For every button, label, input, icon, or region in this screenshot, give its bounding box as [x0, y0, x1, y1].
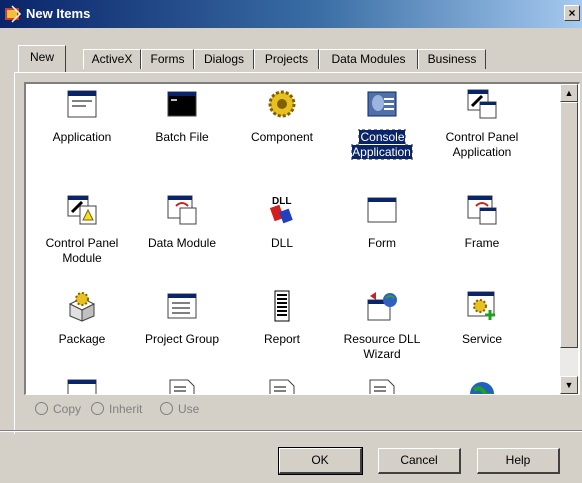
tab-new[interactable]: New: [18, 45, 66, 72]
item-label: Data Module: [147, 236, 217, 250]
package-icon: [68, 292, 96, 322]
item-package[interactable]: Package: [32, 290, 132, 370]
item-partial-2[interactable]: [132, 378, 232, 394]
window-title: New Items: [26, 6, 91, 21]
globe-icon: [470, 382, 494, 394]
item-label: Resource DLL Wizard: [343, 332, 421, 361]
component-icon: [268, 90, 296, 118]
item-control-panel-application[interactable]: Control Panel Application: [432, 88, 532, 168]
item-partial-3[interactable]: [232, 378, 332, 394]
item-frame[interactable]: Frame: [432, 194, 532, 274]
report-icon: [274, 290, 290, 322]
item-label: Report: [263, 332, 301, 346]
item-control-panel-module[interactable]: Control Panel Module: [32, 194, 132, 274]
item-form[interactable]: Form: [332, 194, 432, 274]
application-icon: [67, 90, 97, 118]
tab-dialogs[interactable]: Dialogs: [194, 49, 254, 69]
copy-label: Copy: [53, 402, 82, 416]
help-button[interactable]: Help: [477, 448, 560, 474]
radio-circle-icon: [35, 402, 48, 415]
item-report[interactable]: Report: [232, 290, 332, 370]
close-button[interactable]: ×: [564, 5, 580, 21]
scroll-thumb[interactable]: [560, 102, 578, 348]
cancel-button[interactable]: Cancel: [378, 448, 461, 474]
item-partial-5[interactable]: [432, 378, 532, 394]
scroll-up-button[interactable]: ▲: [560, 84, 578, 102]
vertical-scrollbar[interactable]: ▲ ▼: [560, 84, 578, 394]
ok-button[interactable]: OK: [278, 447, 363, 475]
svg-text:DLL: DLL: [272, 196, 291, 207]
item-label: Batch File: [155, 130, 209, 144]
copy-radio[interactable]: Copy: [35, 402, 81, 416]
item-service[interactable]: Service: [432, 290, 532, 370]
item-label: Form: [368, 236, 396, 250]
delphi-app-icon: [5, 5, 22, 23]
item-label: DLL: [270, 236, 293, 250]
item-label: Service: [461, 332, 502, 346]
frame-icon: [467, 195, 497, 225]
item-resource-dll-wizard[interactable]: Resource DLL Wizard: [332, 290, 432, 370]
tab-activex[interactable]: ActiveX: [83, 49, 141, 69]
form-icon: [367, 197, 397, 223]
dll-icon: DLL: [269, 196, 293, 224]
console-application-icon: [367, 91, 397, 117]
item-application[interactable]: Application: [32, 88, 132, 168]
document-icon: [269, 379, 295, 394]
item-batch-file[interactable]: Batch File: [132, 88, 232, 168]
tab-data-modules[interactable]: Data Modules: [319, 49, 418, 69]
control-panel-application-icon: [467, 89, 497, 119]
batch-file-icon: [167, 91, 197, 117]
item-label: Project Group: [144, 332, 220, 346]
use-radio[interactable]: Use: [160, 402, 199, 416]
separator: [0, 430, 582, 432]
item-project-group[interactable]: Project Group: [132, 290, 232, 370]
item-label: Control Panel Application: [445, 130, 519, 159]
title-bar: New Items ×: [0, 0, 582, 28]
document-icon: [369, 379, 395, 394]
tab-strip: New ActiveX Forms Dialogs Projects Data …: [18, 45, 578, 73]
radio-circle-icon: [91, 402, 104, 415]
item-partial-4[interactable]: [332, 378, 432, 394]
radio-circle-icon: [160, 402, 173, 415]
tab-forms[interactable]: Forms: [141, 49, 194, 69]
item-dll[interactable]: DLL DLL: [232, 194, 332, 274]
use-label: Use: [178, 402, 200, 416]
item-label: Package: [58, 332, 106, 346]
item-label: Frame: [464, 236, 500, 250]
inherit-radio[interactable]: Inherit: [91, 402, 142, 416]
item-data-module[interactable]: Data Module: [132, 194, 232, 274]
data-module-icon: [167, 195, 197, 225]
resource-dll-wizard-icon: [367, 292, 397, 321]
scroll-down-button[interactable]: ▼: [560, 376, 578, 394]
control-panel-module-icon: [67, 195, 97, 225]
item-component[interactable]: Component: [232, 88, 332, 168]
document-icon: [169, 379, 195, 394]
new-items-list[interactable]: Application Batch File Component Console…: [24, 82, 580, 395]
service-icon: [467, 291, 495, 320]
item-partial-1[interactable]: [32, 378, 132, 394]
inherit-label: Inherit: [109, 402, 143, 416]
item-label: Control Panel Module: [45, 236, 119, 265]
tab-business[interactable]: Business: [418, 49, 486, 69]
window-icon: [67, 379, 97, 394]
item-label: Console Application: [351, 129, 413, 160]
item-console-application[interactable]: Console Application: [332, 88, 432, 168]
tab-projects[interactable]: Projects: [254, 49, 319, 69]
project-group-icon: [167, 293, 197, 319]
item-label: Application: [52, 130, 112, 144]
item-label: Component: [250, 130, 314, 144]
